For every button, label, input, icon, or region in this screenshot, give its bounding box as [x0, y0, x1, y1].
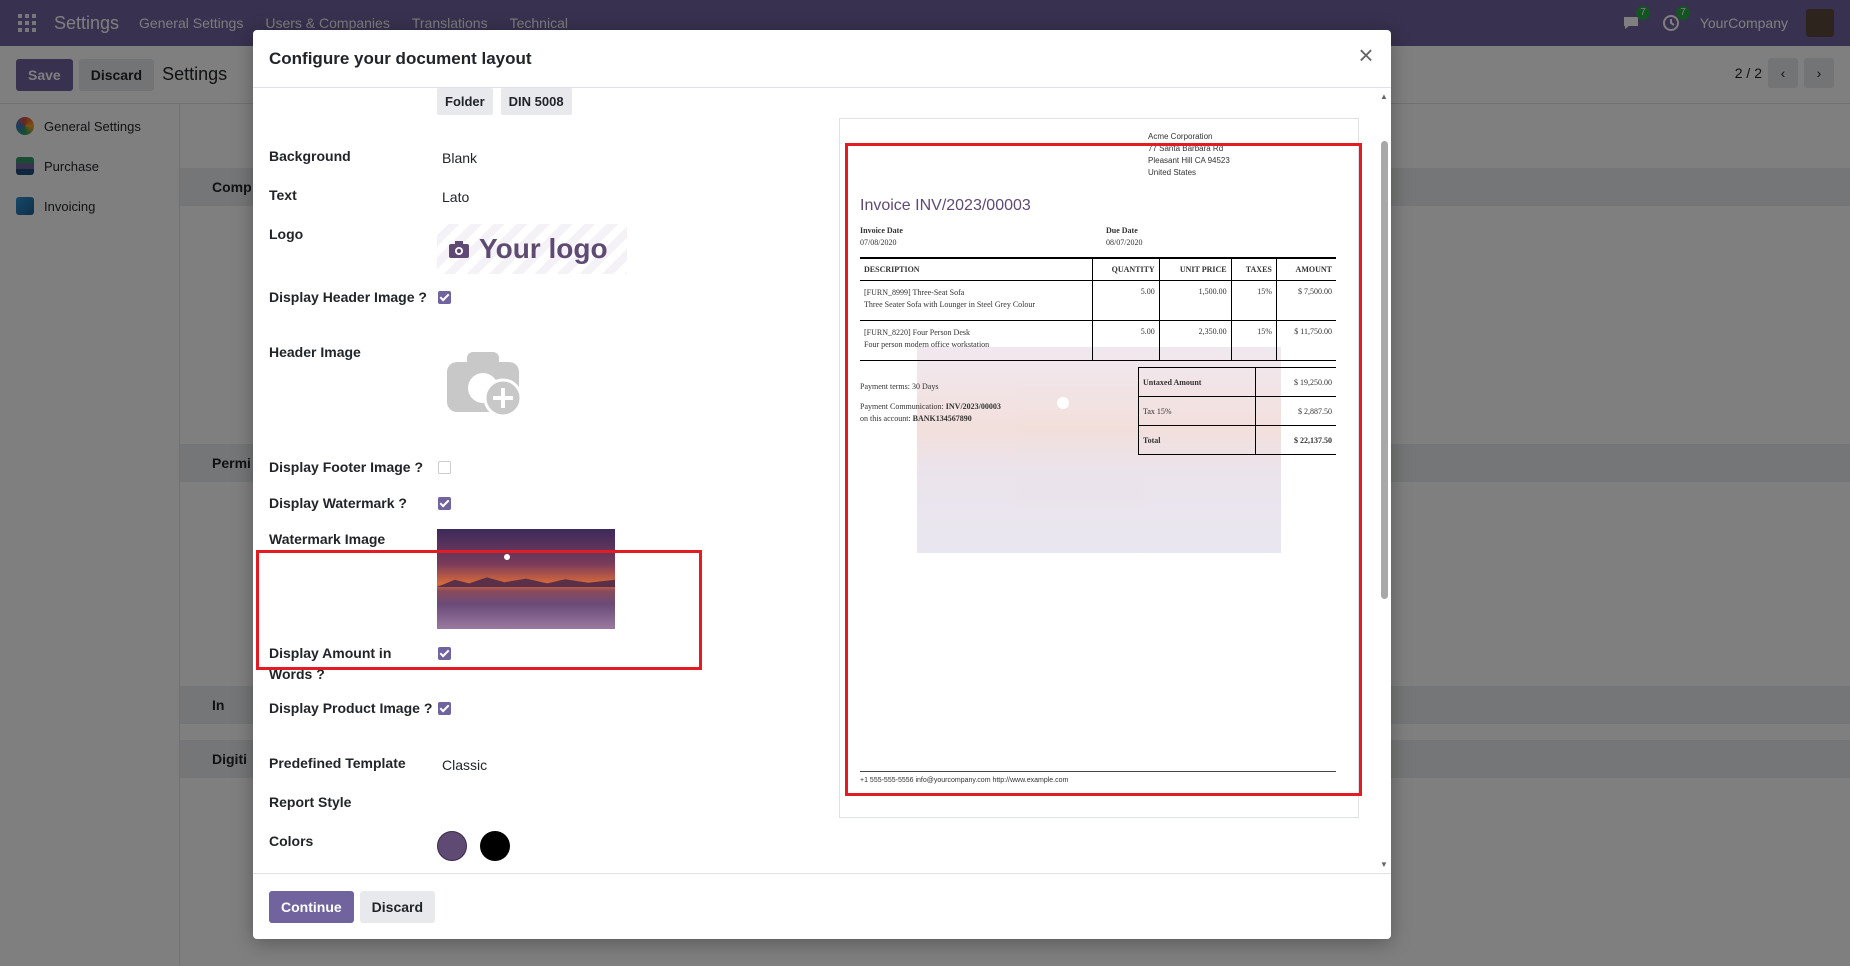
display-footer-image-checkbox[interactable]	[438, 461, 451, 474]
report-style-row: Report Style	[269, 792, 869, 813]
text-label: Text	[269, 187, 297, 203]
dialog-discard-button[interactable]: Discard	[359, 890, 436, 923]
layout-tag-din[interactable]: DIN 5008	[500, 88, 572, 115]
scroll-down-icon[interactable]: ▼	[1380, 860, 1388, 869]
header-image-row: Header Image	[269, 342, 869, 423]
display-footer-image-label: Display Footer Image ?	[269, 459, 424, 475]
display-header-image-label: Display Header Image ?	[269, 289, 427, 305]
dialog-scrollbar[interactable]: ▲ ▼	[1378, 88, 1390, 873]
close-icon[interactable]: ×	[1355, 42, 1377, 68]
layout-tag-folder[interactable]: Folder	[437, 88, 493, 115]
display-header-image-row: Display Header Image ?	[269, 287, 869, 310]
layout-row: Folder DIN 5008	[269, 88, 869, 115]
header-image-placeholder[interactable]	[437, 342, 525, 423]
preview-company-name: Acme Corporation	[1148, 132, 1213, 141]
predefined-template-value[interactable]: Classic	[437, 753, 487, 776]
display-header-image-checkbox[interactable]	[438, 291, 451, 304]
predefined-template-label: Predefined Template	[269, 755, 406, 771]
document-layout-dialog: Configure your document layout × Folder …	[253, 30, 1391, 939]
secondary-color-swatch[interactable]	[480, 831, 511, 861]
background-row: Background Blank	[269, 146, 869, 169]
background-label: Background	[269, 148, 351, 164]
camera-icon	[449, 241, 469, 258]
display-product-image-row: Display Product Image ?	[269, 698, 869, 721]
scroll-up-icon[interactable]: ▲	[1380, 92, 1388, 101]
display-watermark-checkbox[interactable]	[438, 497, 451, 510]
display-product-image-label: Display Product Image ?	[269, 700, 433, 716]
camera-add-icon	[447, 352, 523, 418]
display-product-image-checkbox[interactable]	[438, 702, 451, 715]
dialog-title: Configure your document layout	[269, 48, 532, 68]
background-value[interactable]: Blank	[437, 146, 477, 169]
predefined-template-row: Predefined Template Classic	[269, 753, 869, 776]
layout-form: Folder DIN 5008 Background Blank Text La…	[269, 88, 869, 873]
logo-label: Logo	[269, 226, 304, 242]
display-footer-image-row: Display Footer Image ?	[269, 457, 869, 480]
highlight-box-preview	[845, 143, 1362, 796]
continue-button[interactable]: Continue	[269, 890, 354, 923]
report-style-label: Report Style	[269, 794, 352, 810]
colors-row: Colors	[269, 831, 869, 866]
logo-image[interactable]: Your logo	[437, 224, 627, 274]
dialog-body: Folder DIN 5008 Background Blank Text La…	[253, 88, 1391, 873]
primary-color-swatch[interactable]	[437, 831, 467, 861]
display-watermark-row: Display Watermark ?	[269, 493, 869, 516]
display-watermark-label: Display Watermark ?	[269, 495, 407, 511]
highlight-box-watermark	[256, 550, 702, 670]
text-row: Text Lato	[269, 185, 869, 208]
scrollbar-thumb[interactable]	[1381, 141, 1388, 599]
logo-row: Logo Your logo	[269, 224, 869, 274]
dialog-header: Configure your document layout	[253, 30, 1391, 88]
colors-label: Colors	[269, 833, 314, 849]
header-image-label: Header Image	[269, 344, 361, 360]
logo-text: Your logo	[479, 233, 608, 264]
text-value[interactable]: Lato	[437, 185, 469, 208]
dialog-footer: Continue Discard	[253, 873, 1391, 939]
